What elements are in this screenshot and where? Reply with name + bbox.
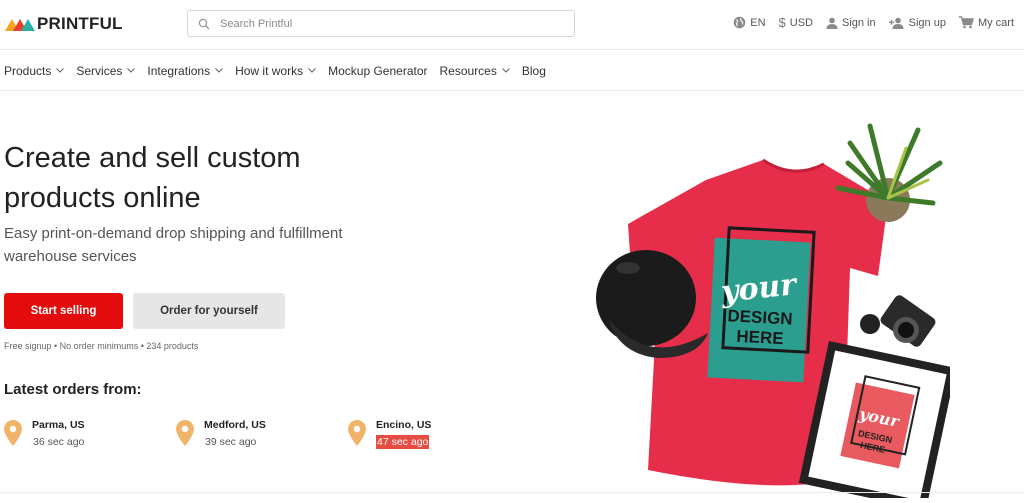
cart-link[interactable]: My cart	[958, 16, 1014, 29]
hero-subtitle-line2: warehouse services	[4, 248, 137, 265]
main-nav: Products Services Integrations How it wo…	[0, 51, 1024, 91]
nav-item-services[interactable]: Services	[76, 63, 136, 78]
order-time: 39 sec ago	[205, 436, 257, 448]
chevron-down-icon	[56, 68, 65, 73]
globe-icon	[733, 16, 746, 29]
nav-item-label: Integrations	[147, 63, 211, 78]
chevron-down-icon	[215, 68, 223, 73]
chevron-down-icon	[127, 68, 136, 73]
chevron-down-icon	[501, 68, 510, 73]
nav-item-how-it-works[interactable]: How it works	[235, 64, 316, 78]
chevron-down-icon	[308, 68, 316, 73]
order-time: 36 sec ago	[33, 436, 85, 448]
nav-item-label: Mockup Generator	[328, 63, 428, 78]
search-input[interactable]	[220, 17, 560, 30]
hero-product-image: your DESIGN HERE your DESIGN HERE	[588, 118, 950, 498]
latest-order-item: Encino, US 47 sec ago	[348, 418, 431, 450]
order-for-yourself-button[interactable]: Order for yourself	[133, 293, 285, 329]
nav-item-products[interactable]: Products	[4, 63, 65, 78]
logo-text: PRINTFUL	[37, 14, 123, 33]
map-pin-icon	[4, 420, 22, 446]
add-user-icon	[888, 17, 904, 29]
dollar-icon: $	[778, 15, 786, 30]
nav-item-label: Services	[76, 63, 123, 78]
header-actions: EN $ USD Sign in Sign up My cart	[733, 15, 1014, 30]
section-divider	[0, 492, 1024, 493]
sign-in-link[interactable]: Sign in	[826, 17, 876, 29]
design-text-here: HERE	[736, 327, 784, 348]
cart-label: My cart	[977, 16, 1014, 29]
nav-item-label: Products	[4, 63, 52, 78]
language-label: EN	[750, 16, 766, 29]
signup-benefits: Free signup • No order minimums • 234 pr…	[4, 341, 199, 351]
map-pin-icon	[348, 420, 366, 446]
nav-item-label: How it works	[235, 63, 304, 78]
latest-order-item: Parma, US 36 sec ago	[4, 418, 85, 450]
logo[interactable]: PRINTFUL	[5, 14, 123, 34]
logo-mark-icon	[5, 19, 35, 31]
language-selector[interactable]: EN	[733, 16, 766, 29]
latest-orders-title: Latest orders from:	[4, 381, 142, 398]
currency-label: USD	[789, 16, 813, 29]
order-city: Parma, US	[32, 419, 85, 431]
user-icon	[826, 17, 838, 29]
site-header: PRINTFUL EN $ USD Sign in Sign up My car…	[0, 0, 1024, 50]
hero-subtitle: Easy print-on-demand drop shipping and f…	[4, 222, 424, 268]
hero-subtitle-line1: Easy print-on-demand drop shipping and f…	[4, 225, 343, 242]
hero-title: Create and sell custom products online	[4, 138, 424, 218]
cart-icon	[958, 16, 974, 29]
nav-item-integrations[interactable]: Integrations	[147, 64, 223, 78]
nav-item-resources[interactable]: Resources	[440, 64, 510, 78]
order-city: Encino, US	[376, 419, 432, 431]
map-pin-icon	[176, 420, 194, 446]
nav-item-blog[interactable]: Blog	[522, 64, 546, 78]
order-city: Medford, US	[204, 419, 266, 431]
search-icon	[198, 18, 210, 30]
search-box[interactable]	[187, 10, 575, 37]
nav-item-label: Resources	[439, 63, 497, 78]
order-time-highlighted: 47 sec ago	[376, 435, 430, 449]
hero-title-line2: products online	[4, 182, 201, 214]
currency-selector[interactable]: $ USD	[779, 15, 813, 30]
sign-in-label: Sign in	[841, 16, 876, 29]
sign-up-label: Sign up	[908, 16, 946, 29]
design-text-design: DESIGN	[727, 306, 793, 328]
nav-item-label: Blog	[521, 63, 546, 78]
hero-title-line1: Create and sell custom	[4, 142, 301, 174]
latest-order-item: Medford, US 39 sec ago	[176, 418, 266, 450]
sign-up-link[interactable]: Sign up	[888, 16, 946, 29]
start-selling-button[interactable]: Start selling	[4, 293, 123, 329]
nav-item-mockup-generator[interactable]: Mockup Generator	[328, 64, 427, 78]
